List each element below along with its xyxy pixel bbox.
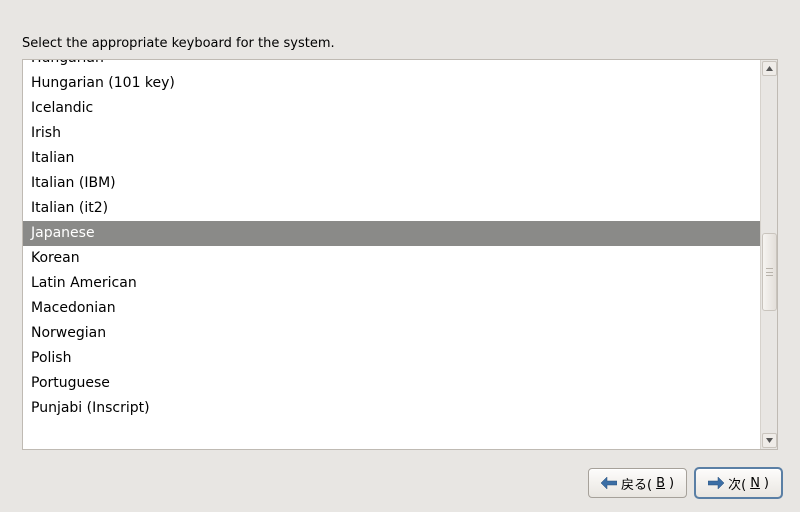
content-area: Select the appropriate keyboard for the …: [0, 0, 800, 458]
chevron-up-icon: [766, 66, 773, 71]
keyboard-listbox-wrap: HungarianHungarian (101 key)IcelandicIri…: [22, 59, 778, 450]
back-label-post: ): [669, 476, 674, 491]
list-item[interactable]: Italian (IBM): [23, 171, 760, 196]
instruction-label: Select the appropriate keyboard for the …: [22, 36, 778, 51]
list-item[interactable]: Norwegian: [23, 321, 760, 346]
list-item[interactable]: Irish: [23, 121, 760, 146]
list-item[interactable]: Korean: [23, 246, 760, 271]
chevron-down-icon: [766, 438, 773, 443]
list-item[interactable]: Japanese: [23, 221, 760, 246]
list-item[interactable]: Punjabi (Inscript): [23, 396, 760, 421]
scroll-down-button[interactable]: [762, 433, 777, 448]
scroll-up-button[interactable]: [762, 61, 777, 76]
list-item[interactable]: Polish: [23, 346, 760, 371]
scrollbar-track[interactable]: [762, 78, 777, 431]
list-item[interactable]: Portuguese: [23, 371, 760, 396]
next-label-post: ): [764, 476, 769, 491]
scrollbar-thumb[interactable]: [762, 233, 777, 311]
next-label-pre: 次(: [728, 474, 746, 493]
back-accel: B: [656, 476, 665, 491]
list-item[interactable]: Italian: [23, 146, 760, 171]
list-item[interactable]: Hungarian (101 key): [23, 71, 760, 96]
list-item[interactable]: Icelandic: [23, 96, 760, 121]
scrollbar-grip-icon: [766, 268, 773, 276]
button-row: 戻る( B) 次( N): [0, 458, 800, 512]
arrow-right-icon: [708, 477, 724, 489]
next-button[interactable]: 次( N): [695, 468, 782, 498]
arrow-left-icon: [601, 477, 617, 489]
next-accel: N: [750, 476, 760, 491]
installer-window: Select the appropriate keyboard for the …: [0, 0, 800, 512]
back-label-pre: 戻る(: [621, 474, 652, 493]
list-item[interactable]: Latin American: [23, 271, 760, 296]
list-item[interactable]: Hungarian: [23, 60, 760, 71]
back-button[interactable]: 戻る( B): [588, 468, 687, 498]
vertical-scrollbar[interactable]: [760, 60, 777, 449]
keyboard-listbox[interactable]: HungarianHungarian (101 key)IcelandicIri…: [23, 60, 760, 449]
list-item[interactable]: Italian (it2): [23, 196, 760, 221]
list-item[interactable]: Macedonian: [23, 296, 760, 321]
